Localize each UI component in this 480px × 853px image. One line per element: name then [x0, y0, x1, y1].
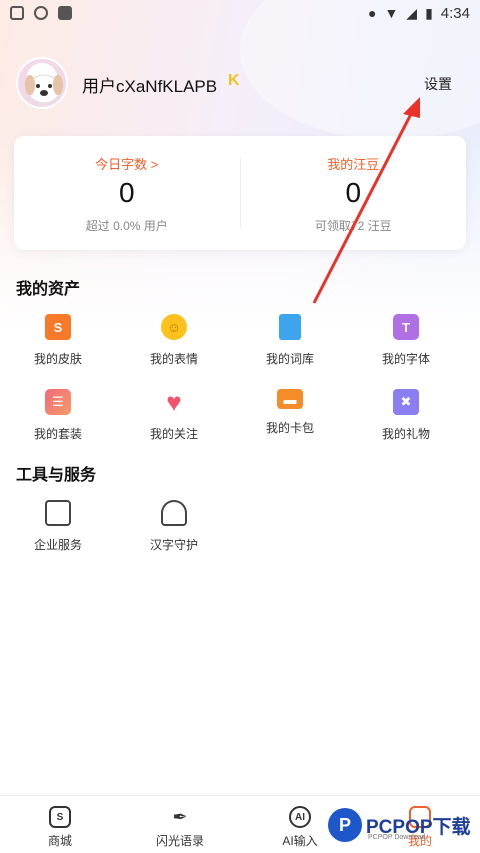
asset-font[interactable]: T 我的字体 — [348, 314, 464, 367]
stat-wangdou[interactable]: 我的汪豆 0 可领取72 汪豆 — [241, 136, 467, 250]
gift-icon: ✖ — [393, 389, 419, 415]
asset-label: 我的礼物 — [381, 427, 430, 441]
username[interactable]: 用户cXaNfKLAPB — [82, 72, 217, 97]
asset-label: 我的卡包 — [265, 421, 314, 435]
nav-label: 商城 — [47, 834, 72, 848]
stat-value: 0 — [118, 177, 135, 208]
font-notification-icon — [58, 6, 72, 20]
tools-grid: 企业服务 汉字守护 — [0, 500, 480, 553]
asset-label: 我的表情 — [149, 352, 198, 366]
watermark-logo-icon: P — [328, 808, 362, 842]
stat-sub: 可领取72 汪豆 — [314, 219, 392, 233]
section-title-tools: 工具与服务 — [16, 467, 97, 484]
skin-icon: S — [45, 314, 71, 340]
asset-lexicon[interactable]: 我的词库 — [232, 314, 348, 367]
avatar[interactable] — [16, 57, 68, 109]
asset-label: 我的关注 — [149, 427, 198, 441]
status-bar: ● ▼ ◢ ▮ 4:34 — [0, 0, 480, 26]
location-icon: ● — [367, 5, 377, 21]
wifi-icon: ▼ — [384, 5, 399, 21]
settings-button[interactable]: 设置 — [424, 74, 452, 94]
nav-label: AI输入 — [282, 834, 318, 848]
feather-icon: ✒ — [172, 806, 188, 827]
tool-enterprise[interactable]: 企业服务 — [0, 500, 116, 553]
assets-grid: S 我的皮肤 ☺ 我的表情 我的词库 T 我的字体 ☰ 我的套装 ♥ 我的关注 … — [0, 314, 480, 442]
nav-label: 闪光语录 — [155, 834, 204, 848]
signal-icon: ◢ — [406, 4, 418, 21]
nav-store[interactable]: S 商城 — [0, 796, 120, 853]
stat-label: 今日字数 > — [95, 157, 159, 172]
status-time: 4:34 — [440, 4, 470, 22]
heart-icon: ♥ — [166, 387, 182, 417]
store-icon: S — [49, 806, 71, 828]
asset-label: 我的字体 — [381, 352, 430, 366]
asset-emoji[interactable]: ☺ 我的表情 — [116, 314, 232, 367]
asset-label: 我的皮肤 — [33, 352, 82, 366]
stat-label: 我的汪豆 — [327, 157, 380, 172]
battery-icon: ▮ — [425, 4, 433, 21]
document-icon — [45, 500, 71, 526]
stat-today-words[interactable]: 今日字数 > 0 超过 0.0% 用户 — [14, 136, 240, 250]
app-notification-icon — [34, 6, 48, 20]
tool-hanzi-guard[interactable]: 汉字守护 — [116, 500, 232, 553]
lexicon-icon — [279, 314, 301, 340]
stats-card: 今日字数 > 0 超过 0.0% 用户 我的汪豆 0 可领取72 汪豆 — [14, 136, 466, 250]
font-icon: T — [393, 314, 419, 340]
asset-suite[interactable]: ☰ 我的套装 — [0, 389, 116, 442]
watermark-sub: PCPOP Download — [368, 834, 426, 841]
hands-icon — [161, 500, 187, 526]
watermark: P PCPOP下载 PCPOP Download — [328, 802, 478, 848]
tool-label: 企业服务 — [33, 538, 82, 552]
vip-k-badge-icon[interactable]: K — [228, 72, 240, 90]
asset-label: 我的词库 — [265, 352, 314, 366]
stat-value: 0 — [345, 177, 362, 208]
suite-icon: ☰ — [45, 389, 71, 415]
asset-label: 我的套装 — [33, 427, 82, 441]
ai-icon: AI — [289, 806, 311, 828]
stat-sub: 超过 0.0% 用户 — [85, 219, 168, 233]
section-title-assets: 我的资产 — [16, 281, 81, 298]
card-icon: ▬ — [277, 389, 303, 409]
paw-notification-icon — [10, 6, 24, 20]
nav-quotes[interactable]: ✒ 闪光语录 — [120, 796, 240, 853]
tool-label: 汉字守护 — [149, 538, 198, 552]
asset-skin[interactable]: S 我的皮肤 — [0, 314, 116, 367]
asset-card[interactable]: ▬ 我的卡包 — [232, 389, 348, 442]
asset-follow[interactable]: ♥ 我的关注 — [116, 389, 232, 442]
asset-gift[interactable]: ✖ 我的礼物 — [348, 389, 464, 442]
emoji-icon: ☺ — [161, 314, 187, 340]
